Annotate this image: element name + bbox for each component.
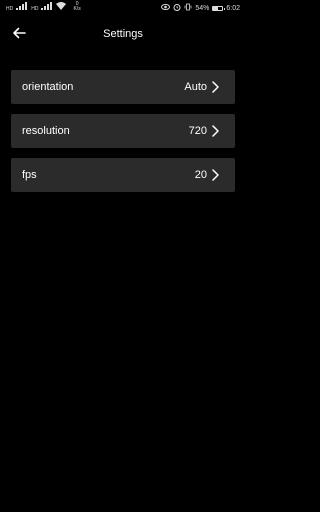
setting-value-group: 720 [189,125,219,137]
sim2-label: HD [31,6,39,12]
clock: 6:02 [226,4,240,12]
setting-value-group: Auto [184,81,219,93]
battery-text: 54% [195,4,210,12]
setting-value: 20 [194,169,207,181]
vibrate-icon [184,3,192,13]
signal-icon [16,2,28,12]
page-title: Settings [103,28,143,40]
status-bar-right: 54% 6:02 [161,3,240,13]
network-speed-unit: K/s [73,6,81,12]
eye-icon [161,4,171,12]
setting-fps[interactable]: fps 20 [11,158,235,192]
setting-label: fps [22,169,37,181]
status-bar: HD HD 0 K/s 54% 6:02 [0,0,246,18]
alarm-icon [173,3,181,13]
setting-value-group: 20 [195,169,219,181]
header: Settings [0,22,246,48]
sim1-label: HD [6,6,14,12]
setting-value: 720 [188,125,207,137]
setting-resolution[interactable]: resolution 720 [11,114,235,148]
status-bar-left: HD HD 0 K/s [6,2,81,12]
chevron-right-icon [212,125,219,137]
signal-icon [41,2,53,12]
settings-list: orientation Auto resolution 720 fps 20 [11,70,235,202]
setting-orientation[interactable]: orientation Auto [11,70,235,104]
chevron-right-icon [212,81,219,93]
setting-value: Auto [184,81,207,93]
setting-label: resolution [22,125,70,137]
setting-label: orientation [22,81,74,93]
wifi-icon [56,2,67,12]
battery-icon [212,5,226,11]
battery-level [213,6,219,10]
chevron-right-icon [212,169,219,181]
network-speed: 0 K/s [73,2,80,12]
